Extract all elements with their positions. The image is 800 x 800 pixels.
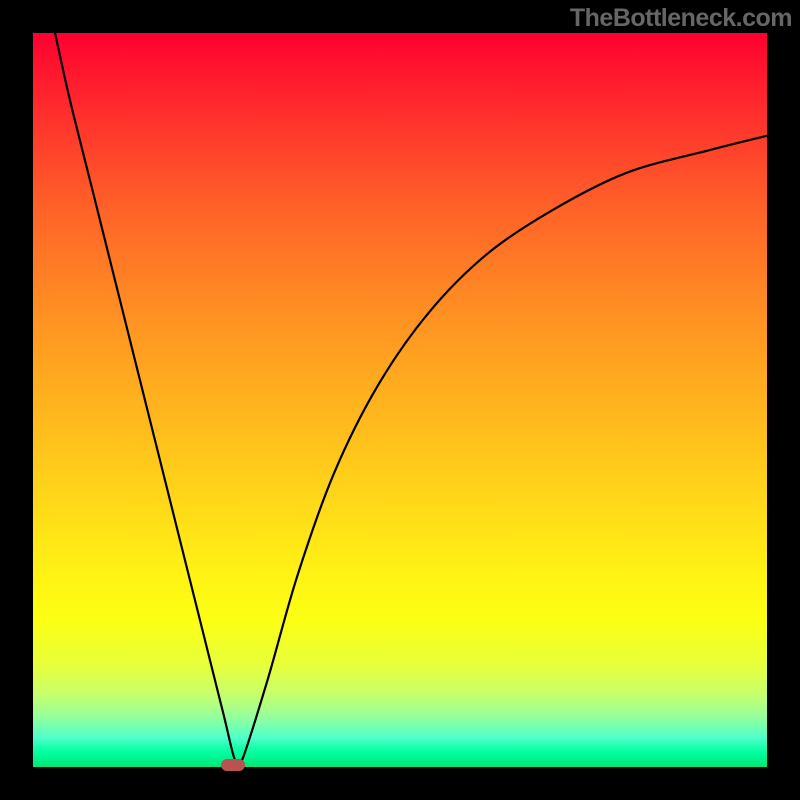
bottleneck-curve bbox=[55, 33, 767, 767]
minimum-marker bbox=[221, 759, 245, 771]
chart-wrapper: TheBottleneck.com bbox=[0, 0, 800, 800]
watermark-text: TheBottleneck.com bbox=[570, 4, 792, 33]
curve-svg bbox=[33, 33, 767, 767]
plot-area bbox=[33, 33, 767, 767]
